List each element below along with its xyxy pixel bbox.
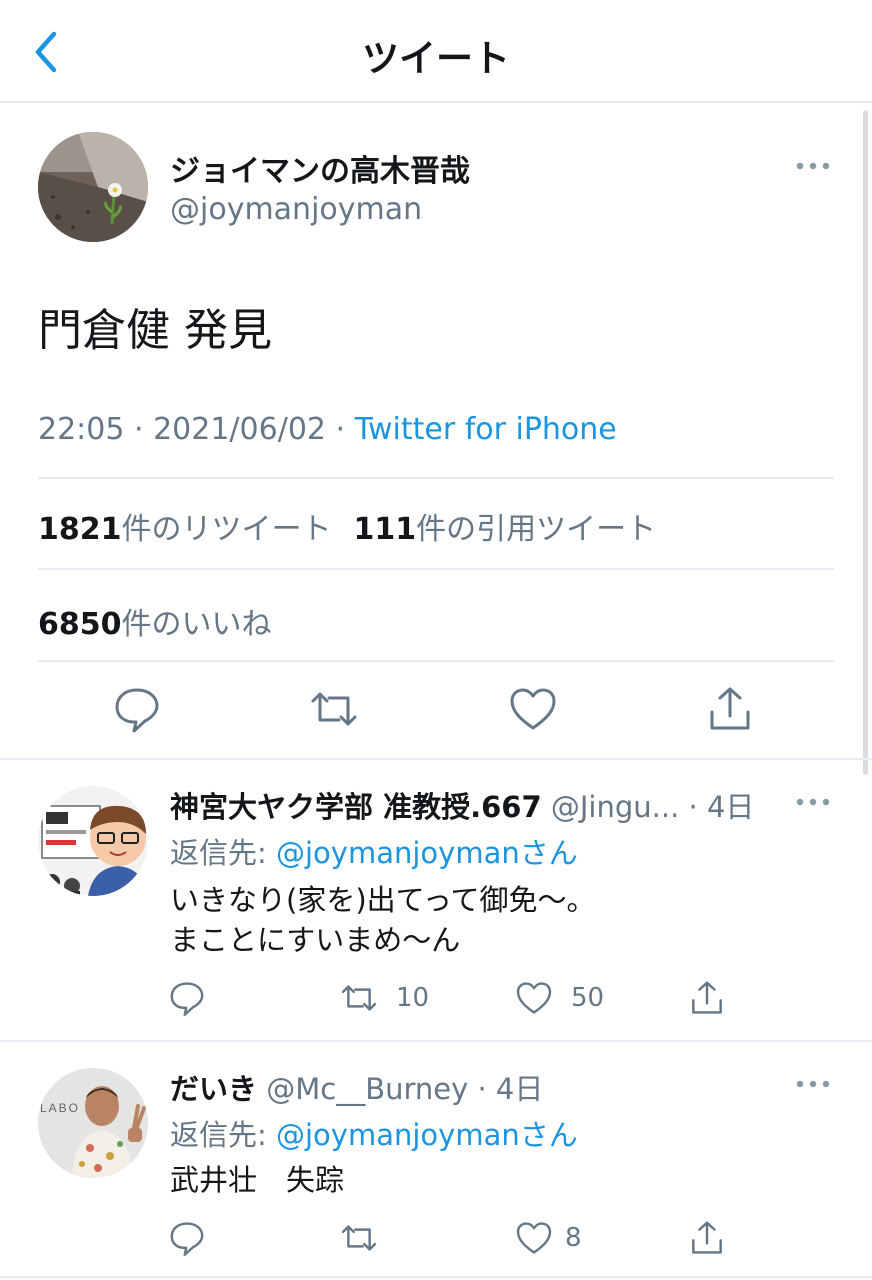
- avatar-photo-image: LABO: [38, 1068, 148, 1178]
- more-options-icon[interactable]: [795, 156, 831, 176]
- reply-to-line: 返信先: @joymanjoymanさん: [170, 830, 578, 872]
- reply-to-mention[interactable]: @joymanjoymanさん: [276, 836, 578, 870]
- reply-tweet[interactable]: LABO だいき @Mc__Burney · 4日 返信先: @joymanjo…: [0, 1042, 872, 1280]
- retweets-stat[interactable]: 1821件のリツイート: [38, 512, 332, 547]
- likes-label: 件のいいね: [121, 607, 272, 642]
- divider: [38, 477, 834, 479]
- reply-author-name[interactable]: 神宮大ヤク学部 准教授.667: [170, 790, 542, 824]
- reply-tweet[interactable]: 神宮大ヤク学部 准教授.667 @Jingu... · 4日 返信先: @joy…: [0, 760, 872, 1040]
- reply-author-handle[interactable]: @Jingu...: [551, 790, 679, 824]
- reply-icon[interactable]: [112, 684, 162, 734]
- like-count: 8: [565, 1223, 582, 1253]
- author-handle[interactable]: @joymanjoyman: [170, 192, 422, 227]
- reply-button[interactable]: [168, 1218, 206, 1258]
- like-count: 50: [571, 983, 605, 1013]
- avatar-flower-image: [38, 132, 148, 242]
- author-name[interactable]: ジョイマンの高木晋哉: [170, 146, 470, 190]
- retweets-label: 件のリツイート: [121, 512, 332, 547]
- likes-count: 6850: [38, 607, 122, 642]
- retweet-button[interactable]: [340, 1218, 378, 1258]
- like-button[interactable]: 8: [515, 1218, 582, 1258]
- retweets-count: 1821: [38, 512, 122, 547]
- share-icon: [692, 1221, 722, 1254]
- like-icon: [516, 982, 552, 1014]
- more-options-icon[interactable]: [795, 792, 831, 812]
- reply-text-line: まことにすいまめ〜ん: [170, 923, 461, 957]
- share-icon[interactable]: [705, 684, 755, 734]
- reply-author-handle[interactable]: @Mc__Burney: [266, 1072, 468, 1106]
- retweet-quote-stats: 1821件のリツイート 111件の引用ツイート: [38, 504, 656, 548]
- avatar-illustration-image: [38, 786, 148, 896]
- quotes-stat[interactable]: 111件の引用ツイート: [354, 512, 657, 547]
- retweet-button[interactable]: 10: [340, 978, 429, 1018]
- page-title: ツイート: [362, 37, 510, 80]
- quotes-count: 111: [353, 512, 417, 547]
- reply-time: · 4日: [477, 1072, 544, 1106]
- reply-text: いきなり(家を)出てって御免〜。 まことにすいまめ〜ん: [170, 880, 595, 960]
- more-options-icon[interactable]: [795, 1074, 831, 1094]
- like-icon[interactable]: [508, 684, 558, 734]
- reply-to-label: 返信先:: [170, 836, 276, 870]
- reply-text: 武井壮 失踪: [170, 1160, 344, 1200]
- top-nav-bar: ツイート: [0, 0, 872, 103]
- retweet-count: 10: [396, 983, 430, 1013]
- reply-time: · 4日: [688, 790, 755, 824]
- meta-separator: ·: [124, 412, 154, 447]
- reply-author-name[interactable]: だいき: [170, 1072, 257, 1106]
- retweet-icon[interactable]: [309, 684, 359, 734]
- reply-button[interactable]: [168, 978, 206, 1018]
- divider: [38, 660, 834, 662]
- avatar[interactable]: [38, 132, 148, 242]
- tweet-text: 門倉健 発見: [38, 305, 272, 356]
- divider: [38, 568, 834, 570]
- reply-to-label: 返信先:: [170, 1118, 276, 1152]
- tweet-date: 2021/06/02: [153, 412, 326, 447]
- avatar[interactable]: LABO: [38, 1068, 148, 1178]
- reply-icon: [170, 982, 204, 1016]
- share-button[interactable]: [688, 1218, 726, 1258]
- quotes-label: 件の引用ツイート: [416, 512, 657, 547]
- reply-icon: [170, 1222, 204, 1256]
- like-button[interactable]: 50: [515, 978, 604, 1018]
- reply-to-mention[interactable]: @joymanjoymanさん: [276, 1118, 578, 1152]
- share-button[interactable]: [688, 978, 726, 1018]
- section-divider: [0, 1276, 872, 1278]
- reply-text-line: いきなり(家を)出てって御免〜。: [170, 883, 596, 917]
- like-icon: [516, 1222, 552, 1254]
- retweet-icon: [341, 1225, 377, 1251]
- meta-separator: ·: [326, 412, 355, 447]
- reply-to-line: 返信先: @joymanjoymanさん: [170, 1112, 578, 1154]
- reply-header: 神宮大ヤク学部 准教授.667 @Jingu... · 4日: [170, 784, 754, 826]
- share-icon: [692, 981, 722, 1014]
- tweet-time: 22:05: [38, 412, 125, 447]
- reply-text-line: 武井壮 失踪: [170, 1163, 345, 1197]
- tweet-meta: 22:05 · 2021/06/02 · Twitter for iPhone: [38, 412, 617, 447]
- tweet-source-link[interactable]: Twitter for iPhone: [355, 412, 617, 447]
- likes-stat[interactable]: 6850件のいいね: [38, 599, 272, 643]
- retweet-icon: [341, 985, 377, 1011]
- svg-text:LABO: LABO: [40, 1101, 80, 1115]
- avatar[interactable]: [38, 786, 148, 896]
- reply-header: だいき @Mc__Burney · 4日: [170, 1066, 543, 1108]
- main-tweet: ジョイマンの高木晋哉 @joymanjoyman 門倉健 発見 22:05 · …: [0, 104, 872, 759]
